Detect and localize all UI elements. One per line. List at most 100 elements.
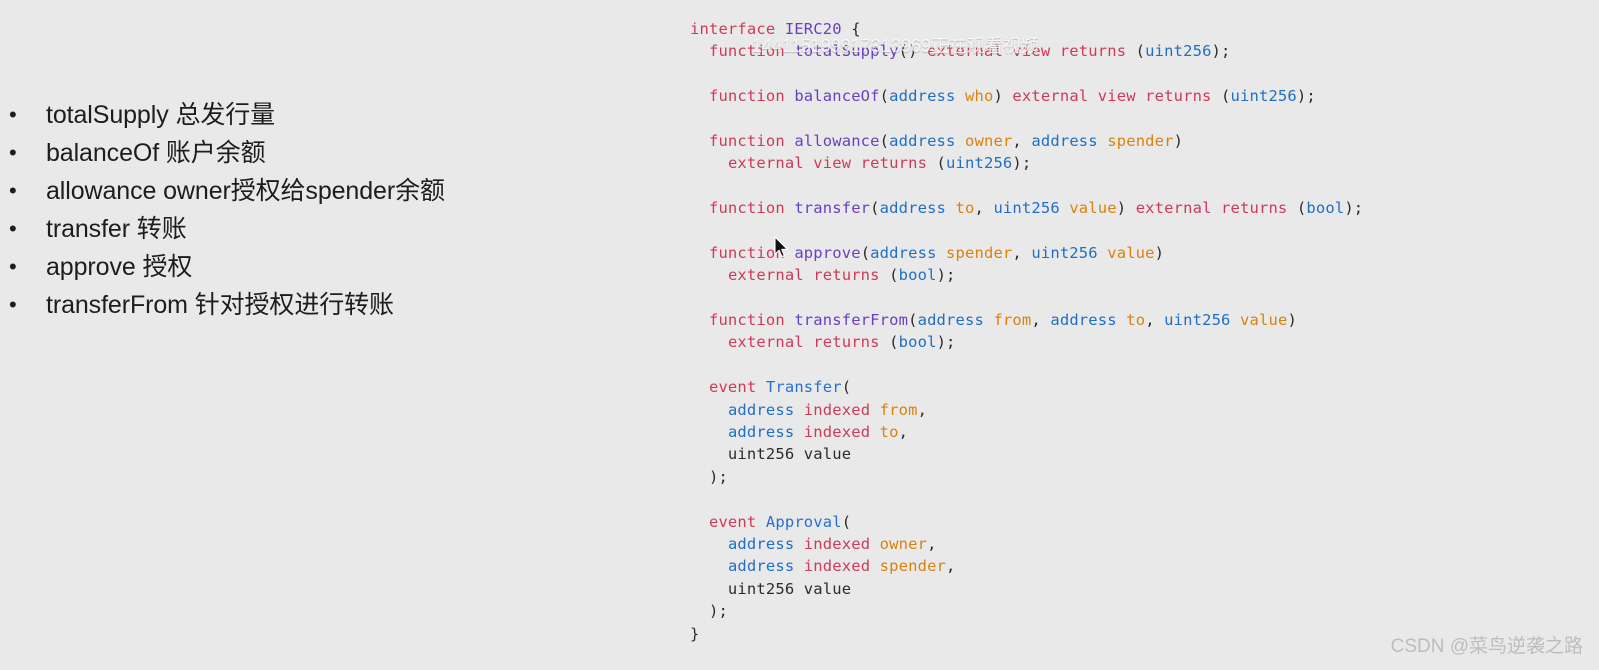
code-token-plain: ,: [1012, 131, 1032, 150]
code-token-type: uint256: [1145, 42, 1212, 61]
code-token-plain: (: [1287, 199, 1307, 218]
code-line: external returns (bool);: [690, 331, 1599, 353]
code-token-type: address: [727, 534, 795, 553]
code-token-kw: external returns: [727, 266, 880, 285]
code-token-plain: (: [879, 266, 899, 285]
code-token-param: to: [955, 199, 975, 218]
code-token-type: address: [917, 311, 984, 330]
code-token-param: from: [993, 311, 1032, 330]
code-token-plain: );: [936, 266, 956, 285]
code-token-plain: (: [879, 131, 890, 150]
bullet-item: • balanceOf 账户余额: [0, 134, 640, 172]
bullet-item: • transfer 转账: [0, 210, 640, 248]
code-token-plain: ,: [974, 199, 994, 218]
code-token-plain: ,: [1031, 311, 1051, 330]
code-token-type: address: [727, 400, 795, 419]
code-token-plain: (: [879, 333, 899, 352]
code-token-plain: ): [1154, 243, 1165, 262]
code-token-kw: external returns: [727, 333, 880, 352]
code-token-plain: ,: [1145, 311, 1165, 330]
code-token-kw: function: [708, 243, 785, 262]
code-token-type: uint256: [1031, 243, 1098, 262]
code-line: function balanceOf(address who) external…: [690, 85, 1599, 107]
code-token-plain: (: [1126, 42, 1146, 61]
code-token-param: spender: [1107, 131, 1174, 150]
code-line: function approve(address spender, uint25…: [690, 242, 1599, 264]
code-token-param: owner: [879, 534, 928, 553]
code-token-plain: (: [879, 87, 890, 106]
code-token-plain: );: [1296, 87, 1316, 106]
code-token-type: uint256: [993, 199, 1060, 218]
bullet-item-label: transfer 转账: [46, 215, 187, 243]
code-token-kw: function: [708, 199, 785, 218]
code-line: event Approval(: [690, 511, 1599, 533]
code-token-type: address: [870, 243, 937, 262]
code-line: address indexed spender,: [690, 555, 1599, 577]
code-token-plain: uint256 value: [690, 445, 852, 464]
code-token-kw: event: [708, 512, 757, 531]
bullet-item-label: approve 授权: [46, 253, 193, 281]
code-token-type: uint256: [946, 154, 1013, 173]
code-token-plain: );: [1344, 199, 1364, 218]
code-token-type: address: [889, 131, 956, 150]
bullet-dot-icon: •: [9, 254, 17, 279]
code-token-plain: (: [1211, 87, 1231, 106]
bullet-dot-icon: •: [9, 292, 17, 317]
code-token-fn: totalSupply: [794, 42, 899, 61]
code-token-plain: ,: [946, 557, 956, 576]
code-token-fn: allowance: [794, 131, 880, 150]
code-token-kw: function: [708, 131, 785, 150]
code-line: address indexed from,: [690, 399, 1599, 421]
code-line: event Transfer(: [690, 376, 1599, 398]
bullet-item: • approve 授权: [0, 248, 640, 286]
code-token-type: uint256: [1230, 87, 1297, 106]
code-token-param: value: [1107, 243, 1155, 262]
code-token-plain: ): [1287, 311, 1297, 330]
code-token-plain: (: [841, 512, 852, 531]
code-line: interface IERC20 {: [690, 18, 1599, 40]
code-line: external view returns (uint256);: [690, 152, 1599, 174]
code-token-plain: );: [1012, 154, 1032, 173]
code-line: address indexed owner,: [690, 533, 1599, 555]
code-line: );: [690, 466, 1599, 488]
code-token-plain: ): [993, 87, 1013, 106]
bullet-dot-icon: •: [9, 216, 17, 241]
code-token-plain: );: [1211, 42, 1231, 61]
code-token-plain: uint256 value: [690, 579, 852, 598]
code-token-type: address: [879, 199, 947, 218]
bullet-item-label: totalSupply 总发行量: [46, 101, 276, 129]
code-token-kw: function: [708, 311, 785, 330]
code-token-evt: Transfer: [765, 378, 842, 397]
code-token-plain: ): [1173, 131, 1184, 150]
